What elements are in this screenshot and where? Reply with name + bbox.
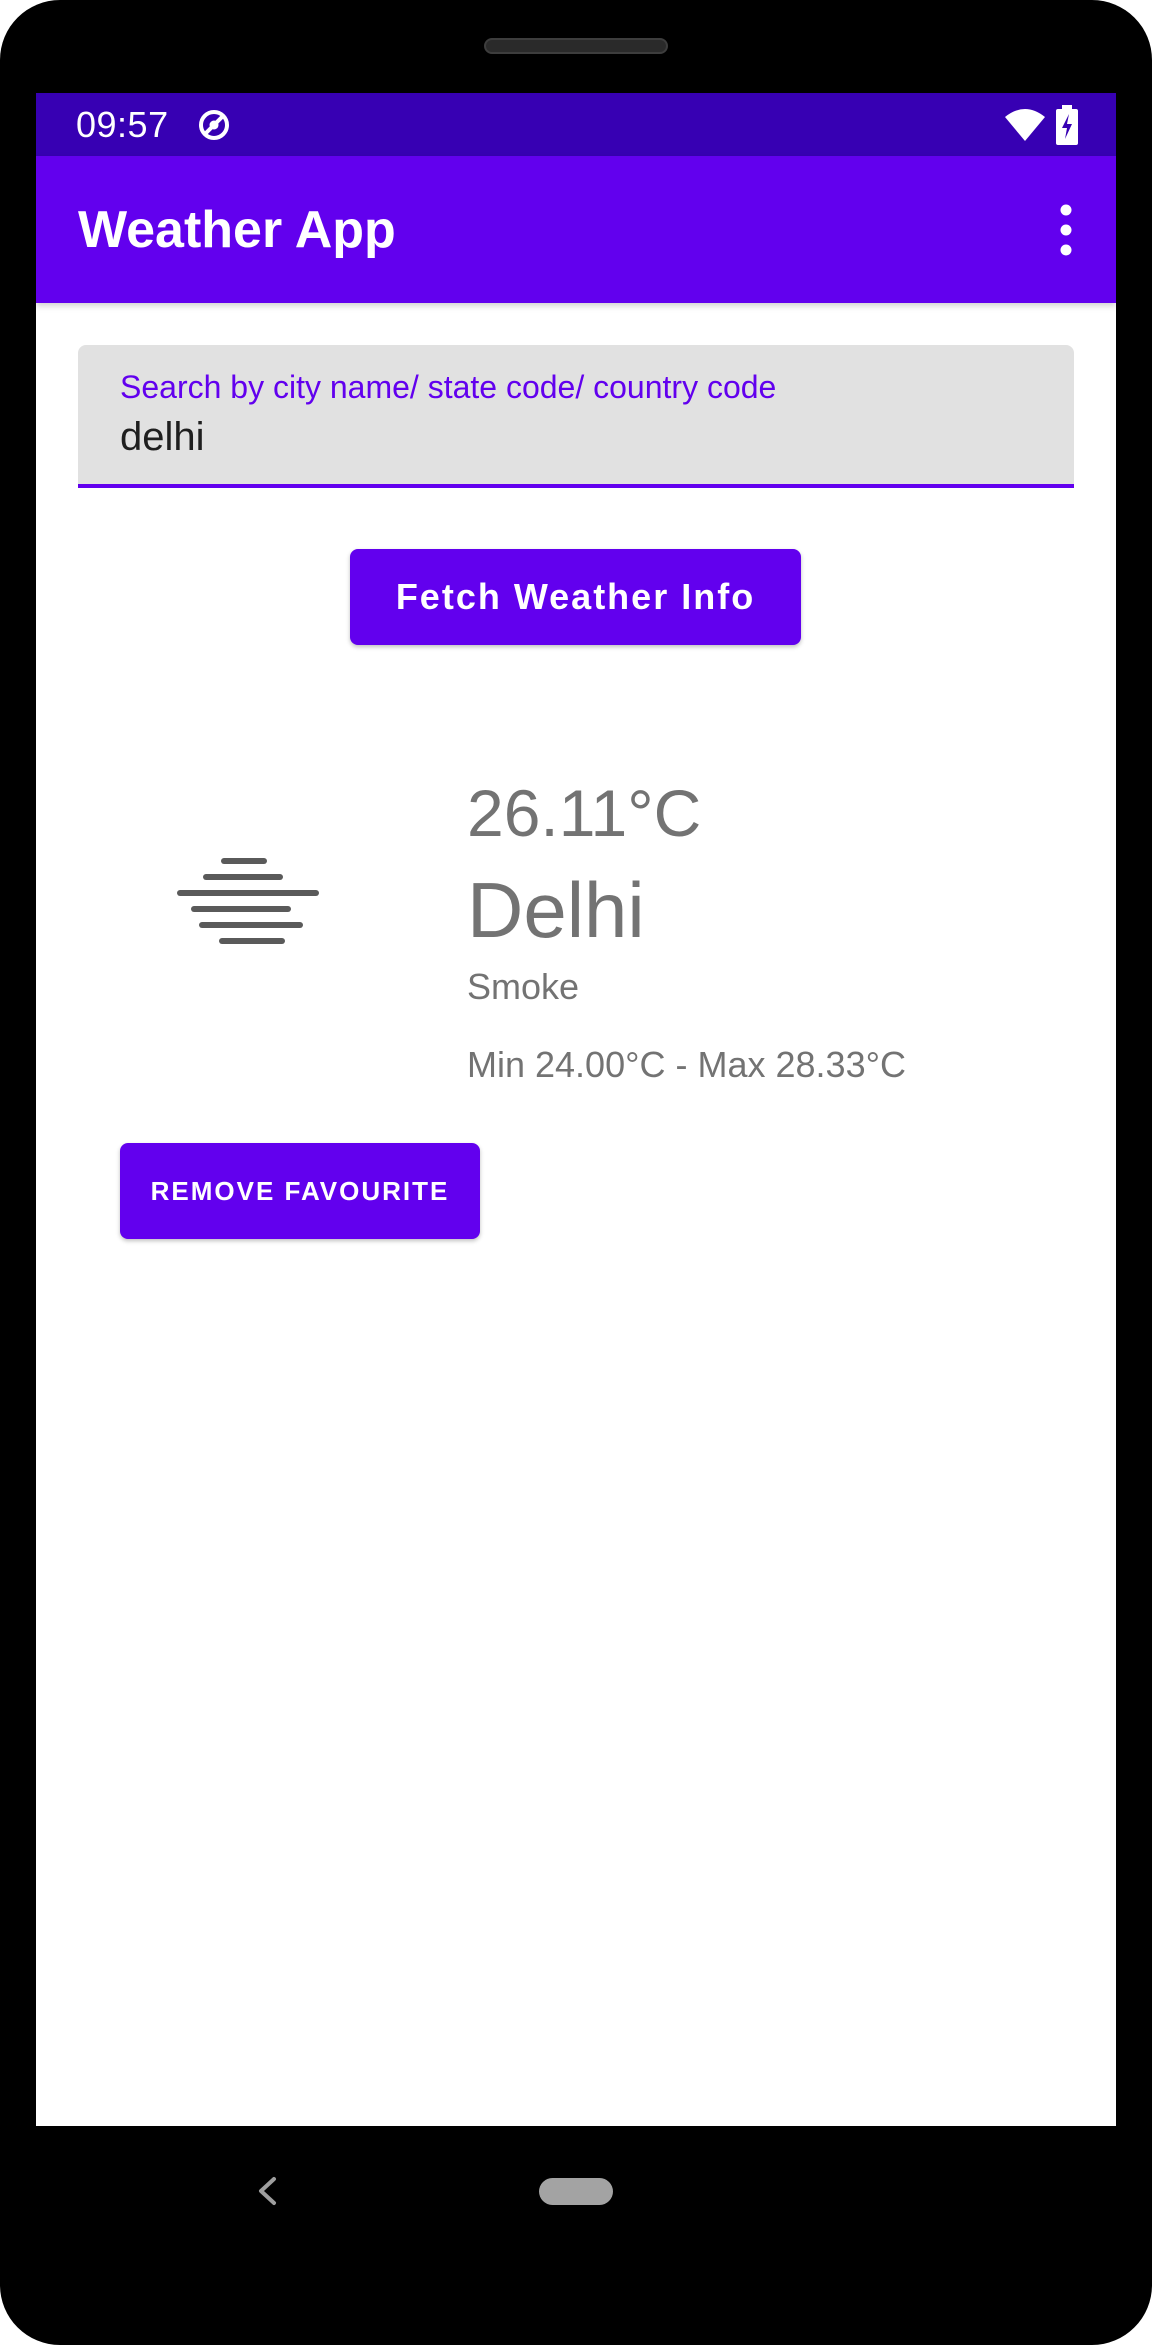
app-title: Weather App [78,201,396,259]
overflow-menu-icon[interactable] [1046,198,1086,262]
fetch-weather-button[interactable]: Fetch Weather Info [350,549,801,645]
app-screen: 09:57 Weather App Search by city name/ s… [36,93,1116,2126]
status-time: 09:57 [76,104,169,145]
temperature-text: 26.11°C [467,776,702,850]
back-chevron-icon[interactable] [254,2176,280,2206]
app-bar: Weather App [36,156,1116,303]
earpiece-speaker [484,38,668,54]
search-input[interactable]: delhi [120,413,205,461]
remove-favourite-button[interactable]: REMOVE FAVOURITE [120,1143,480,1239]
min-max-temperature: Min 24.00°C - Max 28.33°C [467,1044,906,1085]
home-pill-icon[interactable] [539,2178,613,2205]
search-field-label: Search by city name/ state code/ country… [120,369,777,405]
city-name: Delhi [467,866,645,954]
status-bar: 09:57 [36,93,1116,156]
smoke-haze-icon [177,858,319,944]
weather-condition: Smoke [467,966,580,1007]
do-not-disturb-icon [199,110,229,140]
search-city-field[interactable]: Search by city name/ state code/ country… [78,345,1074,488]
battery-charging-icon [1056,105,1078,145]
wifi-icon [1005,109,1045,141]
phone-device-frame: 09:57 Weather App Search by city name/ s… [0,0,1152,2345]
